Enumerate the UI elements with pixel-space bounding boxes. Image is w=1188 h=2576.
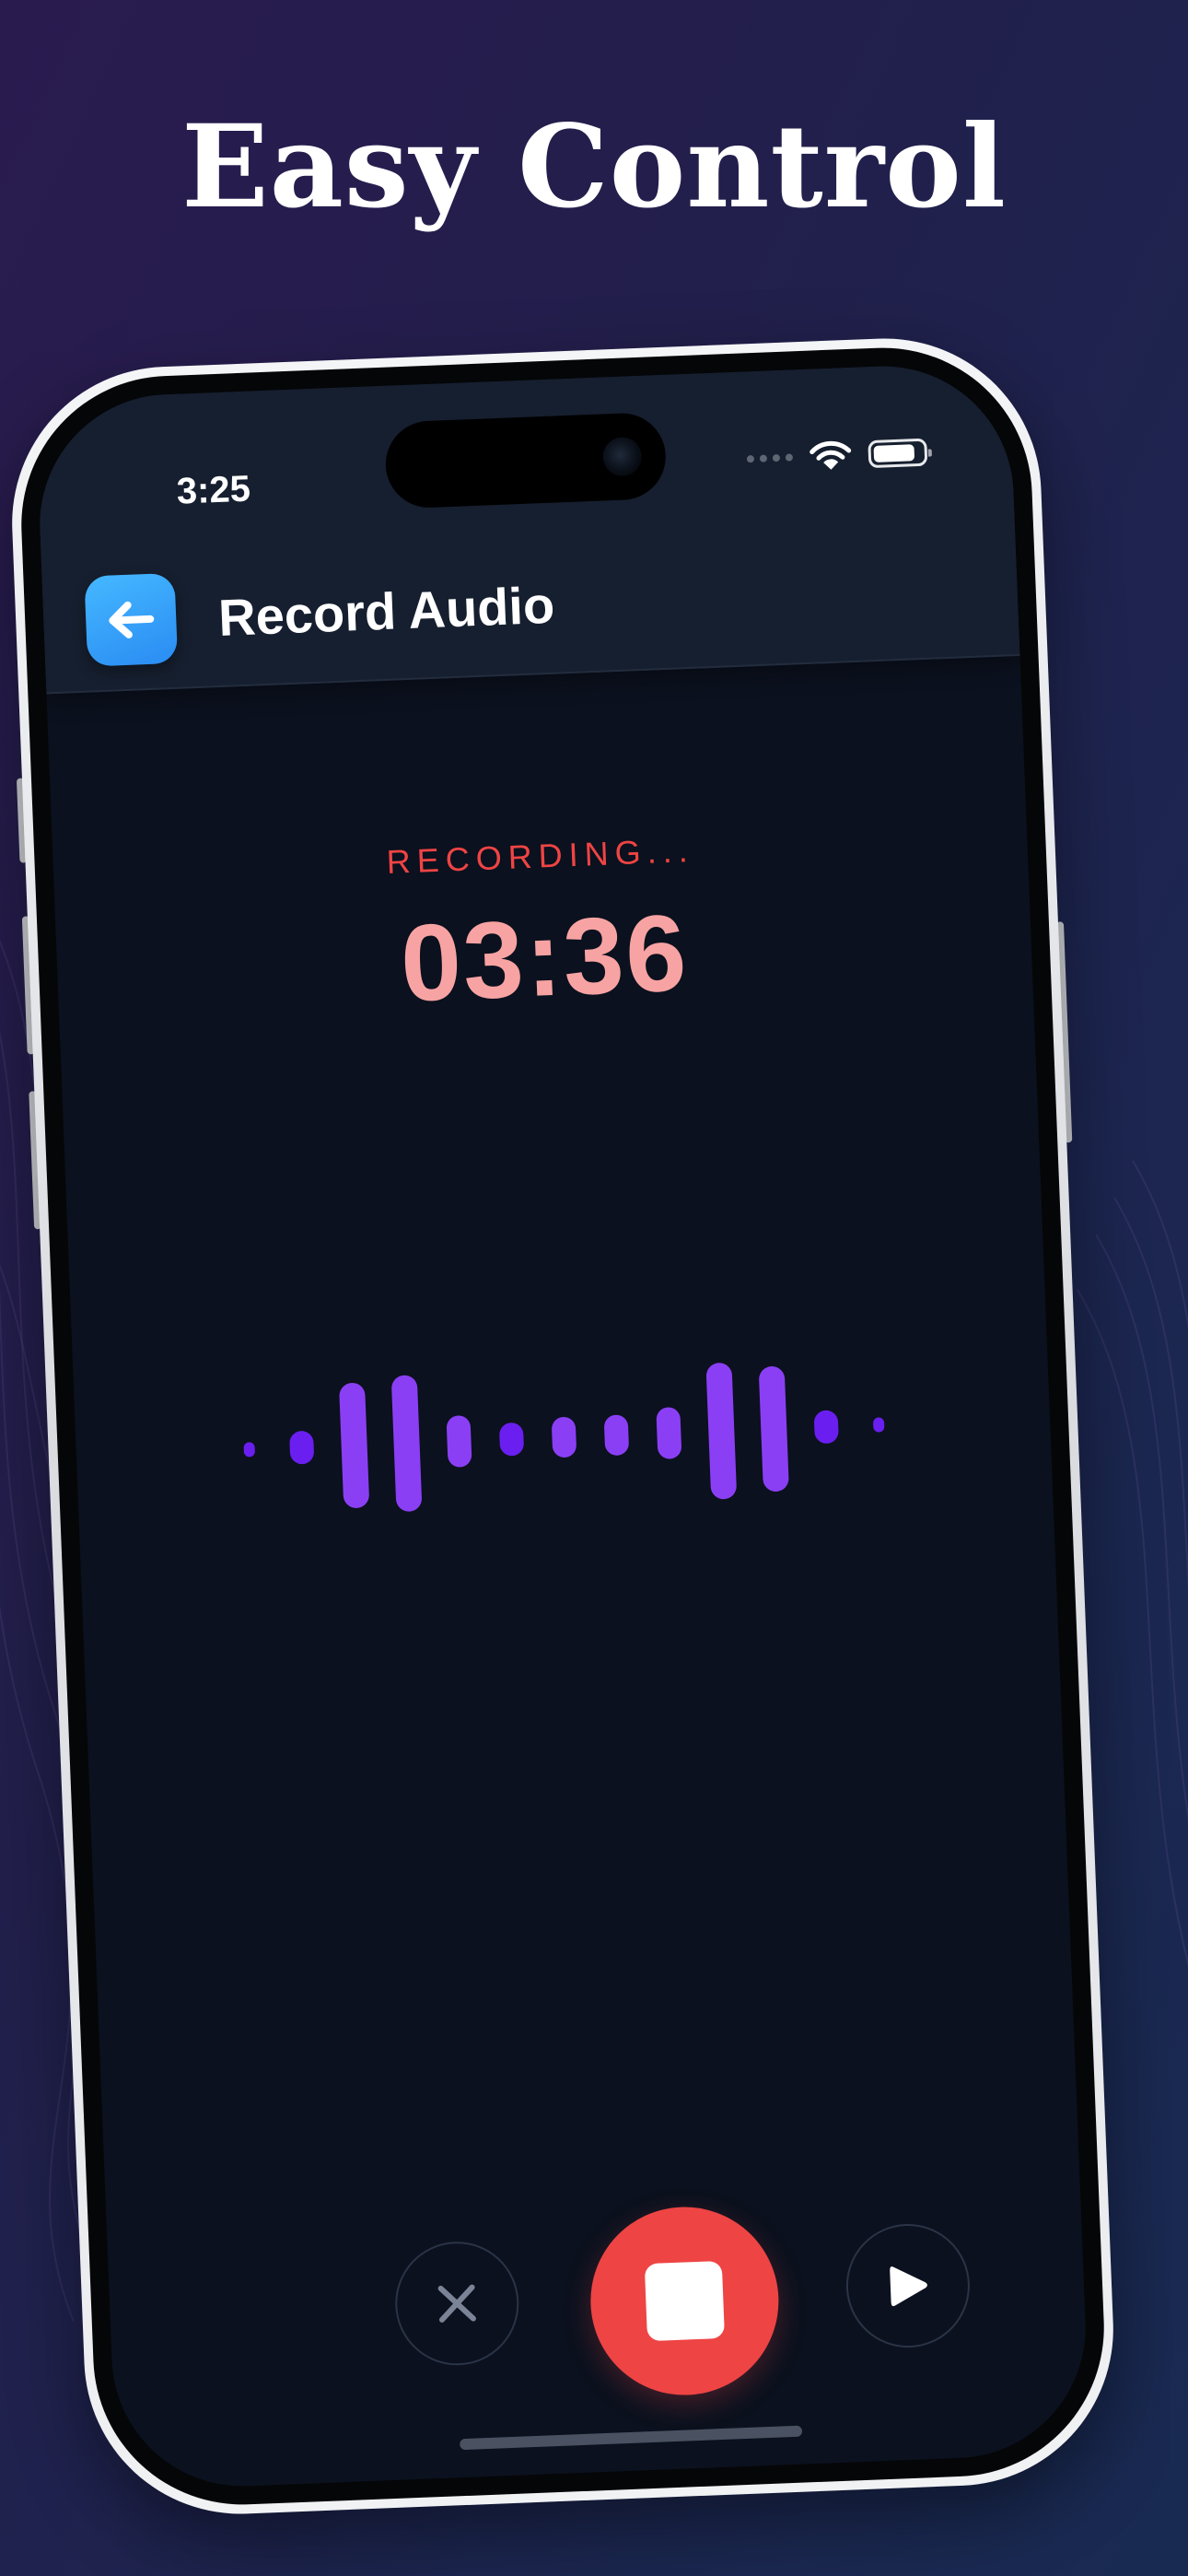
headline: Easy Control: [181, 100, 1007, 234]
recording-timer: 03:36: [398, 892, 691, 1025]
stop-recording-button[interactable]: [587, 2203, 783, 2399]
cancel-button[interactable]: [392, 2239, 521, 2368]
status-indicators: [746, 437, 932, 475]
back-button[interactable]: [84, 572, 179, 667]
dynamic-island: [384, 411, 668, 509]
front-camera: [601, 436, 643, 477]
status-time: 3:25: [175, 468, 251, 512]
battery-icon: [868, 438, 932, 469]
waveform-bar: [656, 1406, 682, 1459]
app-header: 3:25 Record Audio: [34, 361, 1020, 695]
wifi-icon: [809, 440, 852, 470]
waveform-bar: [243, 1442, 256, 1458]
audio-waveform: [73, 1317, 1054, 1557]
stop-icon: [644, 2260, 725, 2342]
play-button[interactable]: [844, 2221, 973, 2350]
waveform-bar: [758, 1365, 789, 1493]
cellular-signal-icon: [746, 453, 794, 463]
arrow-left-icon: [109, 601, 155, 638]
waveform-bar: [813, 1410, 839, 1445]
home-indicator: [460, 2425, 803, 2451]
waveform-bar: [390, 1375, 423, 1513]
waveform-bar: [603, 1414, 630, 1457]
close-icon: [437, 2284, 476, 2323]
waveform-bar: [338, 1382, 370, 1509]
waveform-bar: [288, 1430, 315, 1465]
waveform-bar: [498, 1422, 525, 1457]
waveform-bar: [872, 1417, 885, 1433]
waveform-bar: [705, 1362, 738, 1500]
page-title: Record Audio: [217, 575, 556, 647]
waveform-bar: [551, 1416, 577, 1458]
app-screen: 3:25 Record Audio RECORDING... 03:36: [34, 361, 1091, 2491]
play-icon: [890, 2266, 927, 2307]
phone-mockup: 3:25 Record Audio RECORDING... 03:36: [6, 332, 1120, 2521]
battery-level: [873, 444, 915, 463]
waveform-bar: [446, 1414, 472, 1468]
